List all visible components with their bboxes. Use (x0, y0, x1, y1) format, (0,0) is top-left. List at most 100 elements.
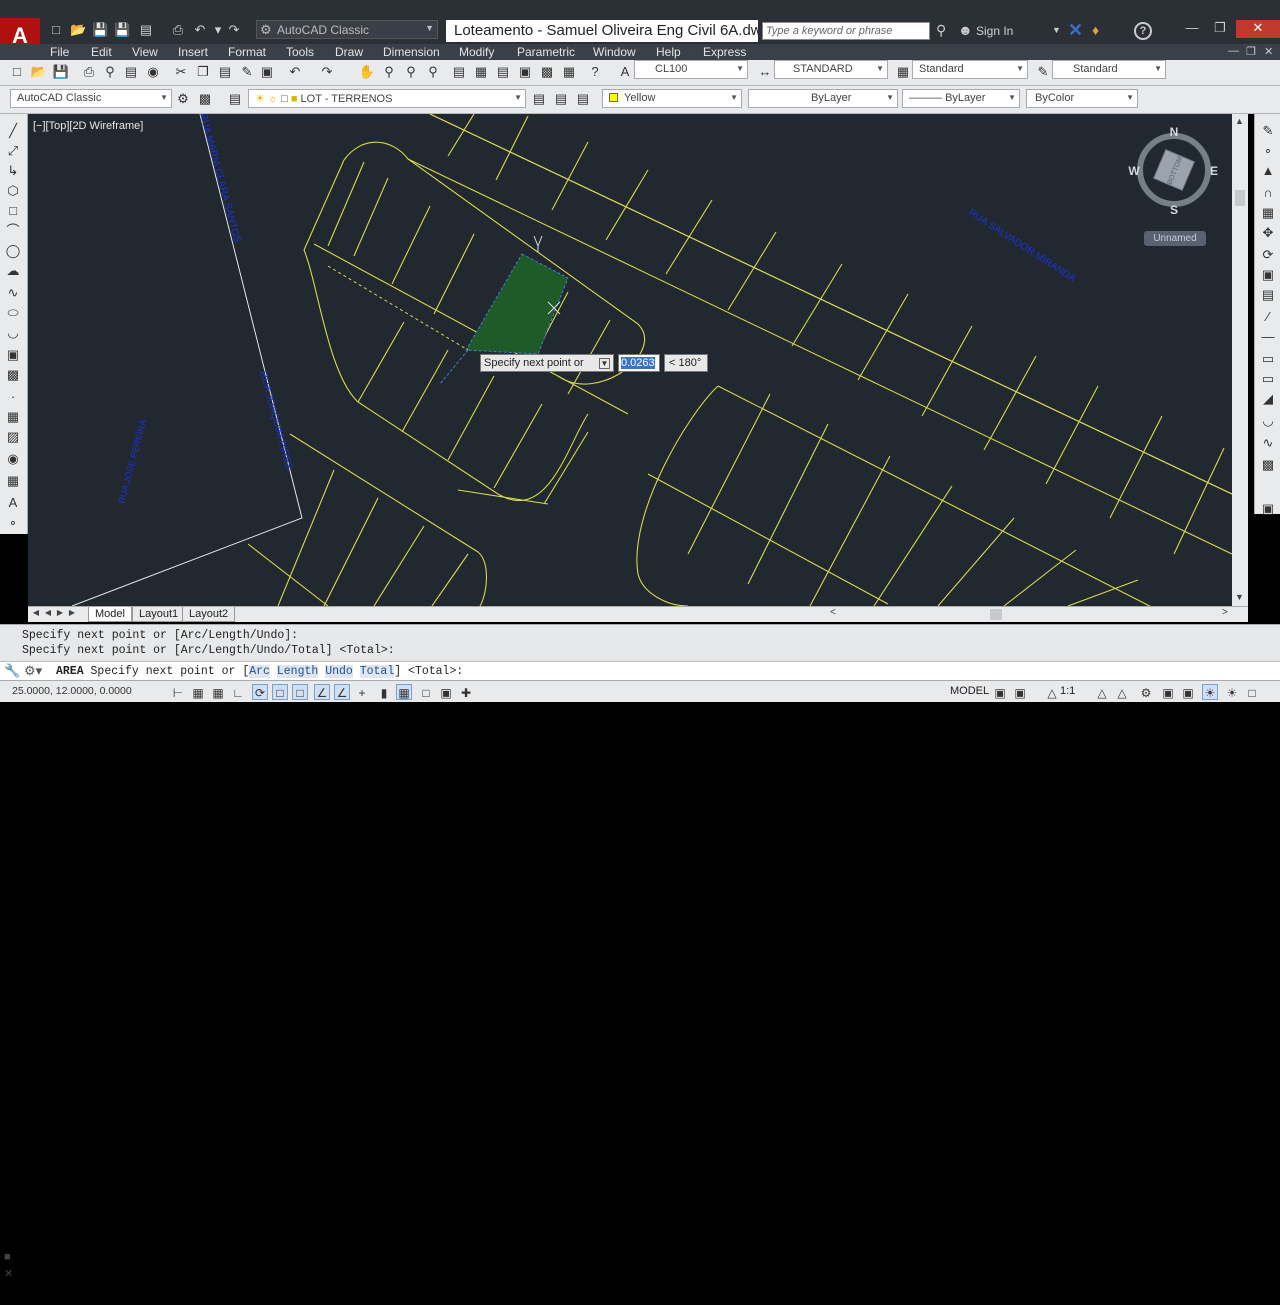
scroll-thumb[interactable] (990, 609, 1002, 620)
explode-icon[interactable]: ▩ (1258, 456, 1278, 474)
calculator-icon[interactable]: ▦ (560, 63, 578, 81)
plot-icon[interactable]: ⎙ (170, 22, 186, 38)
next-tab-icon[interactable]: ▶ (54, 608, 66, 621)
text-style-icon[interactable]: A (616, 63, 634, 81)
options-arrow-icon[interactable]: ▼ (599, 358, 610, 369)
dim-style-icon[interactable]: ↔ (756, 63, 774, 81)
blend-curves-icon[interactable]: ∿ (1258, 434, 1278, 452)
lineweight-icon[interactable]: ▮ (376, 684, 392, 700)
search-input[interactable]: Type a keyword or phrase (762, 22, 930, 40)
workspace-settings-icon[interactable]: ▩ (196, 90, 214, 108)
restore-icon[interactable]: ❐ (1208, 20, 1232, 38)
3d-print-icon[interactable]: ◉ (144, 63, 162, 81)
offset-icon[interactable]: ∩ (1258, 184, 1278, 202)
ucs-menu-button[interactable]: Unnamed (1144, 231, 1206, 246)
spline-icon[interactable]: ∿ (3, 284, 23, 302)
table-style-icon[interactable]: ▦ (894, 63, 912, 81)
auto-scale-icon[interactable]: △ (1114, 684, 1130, 700)
recent-commands-icon[interactable]: ⚙▾ (24, 663, 42, 679)
text-style-dropdown[interactable]: CL100 ▼ (634, 60, 748, 79)
object-snap-tracking-icon[interactable]: ∠ (314, 684, 330, 700)
workspace-switching-icon[interactable]: ⚙ (1138, 684, 1154, 700)
draw-order-icon[interactable]: ▣ (1258, 500, 1278, 518)
viewport-controls-label[interactable]: [−][Top][2D Wireframe] (33, 120, 143, 132)
close-icon[interactable]: ✕ (4, 1267, 13, 1280)
3d-object-snap-icon[interactable]: □ (292, 684, 308, 700)
tab-layout2[interactable]: Layout2 (182, 607, 236, 622)
line-icon[interactable]: ╱ (3, 122, 23, 140)
menu-view[interactable]: View (132, 45, 158, 59)
menu-insert[interactable]: Insert (178, 45, 208, 59)
menu-modify[interactable]: Modify (459, 45, 494, 59)
layer-previous-icon[interactable]: ▤ (552, 90, 570, 108)
minimize-icon[interactable]: — (1180, 20, 1204, 38)
layer-properties-icon[interactable]: ▤ (226, 90, 244, 108)
clean-screen-icon[interactable]: □ (1244, 684, 1260, 700)
menu-window[interactable]: Window (593, 45, 636, 59)
scroll-right-icon[interactable]: > (1222, 607, 1228, 618)
zoom-window-icon[interactable]: ⚲ (402, 63, 420, 81)
stretch-icon[interactable]: ▤ (1258, 286, 1278, 304)
make-current-layer-icon[interactable]: ▤ (530, 90, 548, 108)
binoculars-icon[interactable]: ⚲ (936, 22, 952, 38)
zoom-realtime-icon[interactable]: ⚲ (380, 63, 398, 81)
save-as-icon[interactable]: 💾 (114, 22, 130, 38)
copy-object-icon[interactable]: ∘ (1258, 142, 1278, 160)
publish-icon[interactable]: ▤ (138, 22, 154, 38)
horizontal-scrollbar[interactable]: < > (824, 607, 1248, 622)
plot-icon[interactable]: ⎙ (80, 63, 98, 81)
polyline-icon[interactable]: ↳ (3, 162, 23, 180)
command-input[interactable]: 🔧 ⚙▾ AREA Specify next point or [Arc Len… (0, 661, 1280, 681)
copy-icon[interactable]: ❐ (194, 63, 212, 81)
lock-ui-icon[interactable]: ▣ (1160, 684, 1176, 700)
tab-layout1[interactable]: Layout1 (132, 607, 186, 622)
workspace-dropdown[interactable]: AutoCAD Classic ▼ (10, 89, 172, 108)
option-undo[interactable]: Undo (325, 665, 353, 678)
polygon-icon[interactable]: ⬡ (3, 182, 23, 200)
save-icon[interactable]: 💾 (92, 22, 108, 38)
open-icon[interactable]: 📂 (70, 22, 86, 38)
rotate-icon[interactable]: ⟳ (1258, 246, 1278, 264)
doc-restore-icon[interactable]: ❐ (1246, 45, 1256, 58)
open-icon[interactable]: 📂 (30, 63, 48, 81)
doc-minimize-icon[interactable]: — (1228, 45, 1239, 57)
grid-display-icon[interactable]: ▦ (210, 684, 226, 700)
region-icon[interactable]: ◉ (3, 450, 23, 468)
undo-icon[interactable]: ↶ (286, 63, 304, 81)
menu-tools[interactable]: Tools (286, 45, 314, 59)
option-arc[interactable]: Arc (249, 665, 270, 678)
ellipse-arc-icon[interactable]: ◡ (3, 324, 23, 342)
gradient-icon[interactable]: ▨ (3, 428, 23, 446)
menu-file[interactable]: File (50, 45, 69, 59)
scroll-left-icon[interactable]: < (830, 607, 836, 618)
cut-icon[interactable]: ✂ (172, 63, 190, 81)
dynamic-input-length-field[interactable]: 0.0263 (618, 354, 660, 372)
layer-states-icon[interactable]: ▤ (574, 90, 592, 108)
move-icon[interactable]: ✥ (1258, 224, 1278, 242)
quick-view-drawings-icon[interactable]: ▣ (1012, 684, 1028, 700)
tool-palettes-icon[interactable]: ▤ (494, 63, 512, 81)
annotation-monitor-icon[interactable]: ✚ (458, 684, 474, 700)
plotstyle-dropdown[interactable]: ByColor ▼ (1026, 89, 1138, 108)
mirror-icon[interactable]: ▲ (1258, 162, 1278, 180)
chamfer-icon[interactable]: ◢ (1258, 390, 1278, 408)
extend-icon[interactable]: — (1258, 328, 1278, 346)
color-dropdown[interactable]: Yellow ▼ (602, 89, 742, 108)
menu-express[interactable]: Express (703, 45, 746, 59)
plot-preview-icon[interactable]: ⚲ (101, 63, 119, 81)
multiline-text-icon[interactable]: A (3, 494, 23, 512)
scroll-up-icon[interactable]: ▲ (1235, 116, 1244, 126)
snap-mode-icon[interactable]: ▦ (190, 684, 206, 700)
pan-icon[interactable]: ✋ (358, 63, 376, 81)
workspace-dropdown[interactable]: ⚙ AutoCAD Classic ▼ (256, 20, 438, 39)
add-selected-icon[interactable]: ∘ (3, 514, 23, 532)
menu-format[interactable]: Format (228, 45, 266, 59)
redo-icon[interactable]: ↷ (318, 63, 336, 81)
prev-tab-icon[interactable]: ◀ (42, 608, 54, 621)
isolate-objects-icon[interactable]: ☀ (1202, 684, 1218, 700)
menu-help[interactable]: Help (656, 45, 681, 59)
dynamic-ucs-icon[interactable]: ∠ (334, 684, 350, 700)
doc-close-icon[interactable]: ✕ (1264, 45, 1273, 58)
coordinates-readout[interactable]: 25.0000, 12.0000, 0.0000 (12, 685, 132, 697)
exchange-icon[interactable]: ✕ (1068, 20, 1083, 41)
